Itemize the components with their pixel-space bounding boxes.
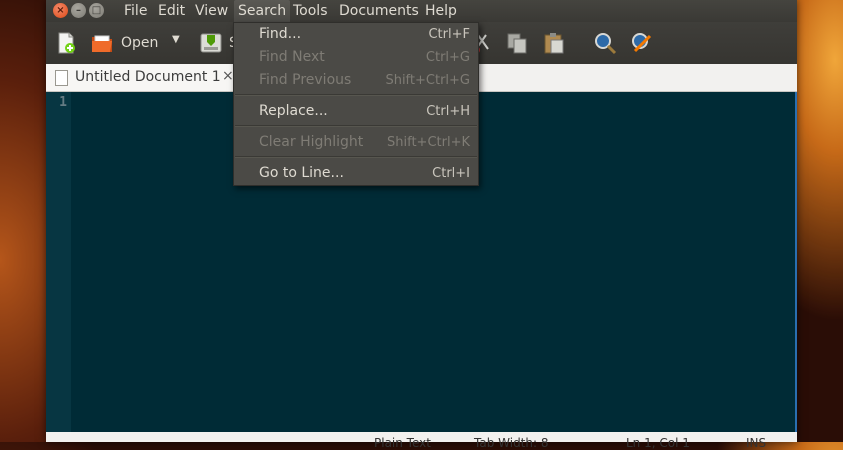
menu-item-clear-highlight[interactable]: Clear Highlight Shift+Ctrl+K [234,131,478,154]
status-bar: Plain Text Tab Width: 8 Ln 1, Col 1 INS [46,432,797,450]
menu-item-shortcut: Shift+Ctrl+G [385,73,470,88]
menu-view[interactable]: View [191,0,232,22]
tab-label: Untitled Document 1 [75,69,221,85]
menu-item-shortcut: Ctrl+H [426,104,470,119]
new-document-icon[interactable] [54,31,78,55]
menu-item-label: Replace... [259,103,328,119]
replace-icon[interactable] [630,31,654,55]
search-menu-dropdown: Find... Ctrl+F Find Next Ctrl+G Find Pre… [233,22,479,186]
minimize-icon[interactable]: – [71,3,86,18]
paste-icon[interactable] [542,31,566,55]
menu-item-label: Find Previous [259,72,352,88]
close-icon[interactable]: × [53,3,68,18]
menu-search[interactable]: Search [234,0,291,22]
menu-separator [235,156,477,158]
status-tab-width[interactable]: Tab Width: 8 [474,436,548,450]
dropdown-arrow-icon[interactable]: ▼ [172,34,180,45]
menu-separator [235,94,477,96]
menu-help[interactable]: Help [421,0,461,22]
menu-item-find-next[interactable]: Find Next Ctrl+G [234,46,478,69]
editor-border [795,92,797,432]
save-icon[interactable] [199,31,223,55]
menu-item-label: Go to Line... [259,165,344,181]
tab-untitled-document-1[interactable]: Untitled Document 1 × [46,64,237,91]
document-icon [55,70,68,86]
menu-item-shortcut: Ctrl+I [432,166,470,181]
open-label[interactable]: Open [121,35,158,51]
menu-file[interactable]: File [120,0,151,22]
menu-item-label: Find... [259,26,302,42]
copy-icon[interactable] [505,31,529,55]
menu-item-shortcut: Ctrl+F [428,27,470,42]
menu-item-go-to-line[interactable]: Go to Line... Ctrl+I [234,162,478,185]
menu-tools[interactable]: Tools [289,0,332,22]
menu-item-shortcut: Ctrl+G [425,50,470,65]
status-position: Ln 1, Col 1 [626,436,690,450]
menu-item-find-previous[interactable]: Find Previous Shift+Ctrl+G [234,69,478,92]
line-number-gutter: 1 [46,92,71,432]
status-language[interactable]: Plain Text [374,436,431,450]
menu-item-label: Find Next [259,49,325,65]
menu-item-label: Clear Highlight [259,134,364,150]
menu-item-shortcut: Shift+Ctrl+K [387,135,470,150]
menu-edit[interactable]: Edit [154,0,189,22]
menu-item-replace[interactable]: Replace... Ctrl+H [234,100,478,123]
tab-close-icon[interactable]: × [222,68,234,84]
status-mode: INS [746,436,767,450]
line-number: 1 [59,95,67,110]
find-icon[interactable] [593,31,617,55]
menu-item-find[interactable]: Find... Ctrl+F [234,23,478,46]
menu-separator [235,125,477,127]
menubar: × – □ File Edit View Search Tools Docume… [46,0,797,22]
open-icon[interactable] [90,31,114,55]
maximize-icon[interactable]: □ [89,3,104,18]
menu-documents[interactable]: Documents [335,0,423,22]
